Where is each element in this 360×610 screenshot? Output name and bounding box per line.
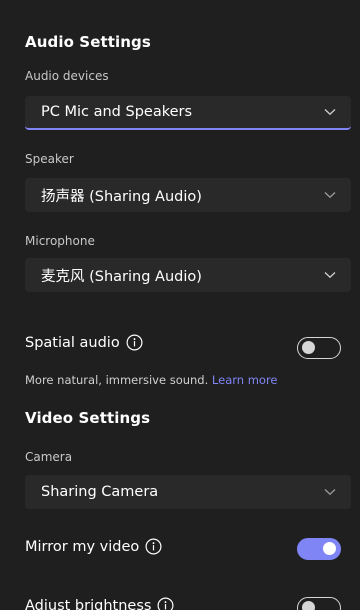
microphone-label: Microphone: [25, 234, 95, 248]
info-icon[interactable]: [157, 597, 174, 610]
camera-label: Camera: [25, 450, 73, 464]
toggle-knob: [302, 601, 315, 610]
audio-devices-dropdown[interactable]: PC Mic and Speakers: [25, 96, 351, 130]
camera-value: Sharing Camera: [41, 484, 159, 500]
audio-devices-value: PC Mic and Speakers: [41, 104, 193, 120]
audio-devices-label: Audio devices: [25, 69, 109, 83]
spatial-audio-label: Spatial audio: [25, 334, 120, 351]
info-icon[interactable]: [126, 334, 143, 351]
chevron-down-icon: [323, 485, 337, 499]
toggle-knob: [323, 542, 336, 555]
chevron-down-icon: [323, 268, 337, 282]
spatial-audio-toggle[interactable]: [297, 337, 341, 359]
spatial-audio-description: More natural, immersive sound. Learn mor…: [25, 373, 278, 387]
adjust-brightness-label: Adjust brightness: [25, 597, 152, 610]
speaker-value: 扬声器 (Sharing Audio): [41, 188, 202, 205]
chevron-down-icon: [323, 188, 337, 202]
mirror-video-row: Mirror my video: [25, 538, 162, 555]
settings-panel: Audio Settings Audio devices PC Mic and …: [0, 0, 360, 610]
speaker-label: Speaker: [25, 152, 74, 166]
mirror-video-toggle[interactable]: [297, 538, 341, 560]
spatial-audio-row: Spatial audio: [25, 334, 143, 351]
mirror-video-label: Mirror my video: [25, 538, 140, 555]
chevron-down-icon: [323, 105, 337, 119]
camera-dropdown[interactable]: Sharing Camera: [25, 475, 351, 509]
learn-more-link[interactable]: Learn more: [212, 373, 278, 387]
spatial-audio-description-text: More natural, immersive sound.: [25, 373, 209, 387]
microphone-dropdown[interactable]: 麦克风 (Sharing Audio): [25, 258, 351, 292]
speaker-dropdown[interactable]: 扬声器 (Sharing Audio): [25, 178, 351, 212]
toggle-knob: [302, 341, 315, 354]
info-icon[interactable]: [145, 538, 162, 555]
adjust-brightness-toggle[interactable]: [297, 597, 341, 610]
video-settings-title: Video Settings: [25, 409, 151, 427]
audio-settings-title: Audio Settings: [25, 33, 151, 51]
microphone-value: 麦克风 (Sharing Audio): [41, 268, 202, 285]
adjust-brightness-row: Adjust brightness: [25, 597, 174, 610]
